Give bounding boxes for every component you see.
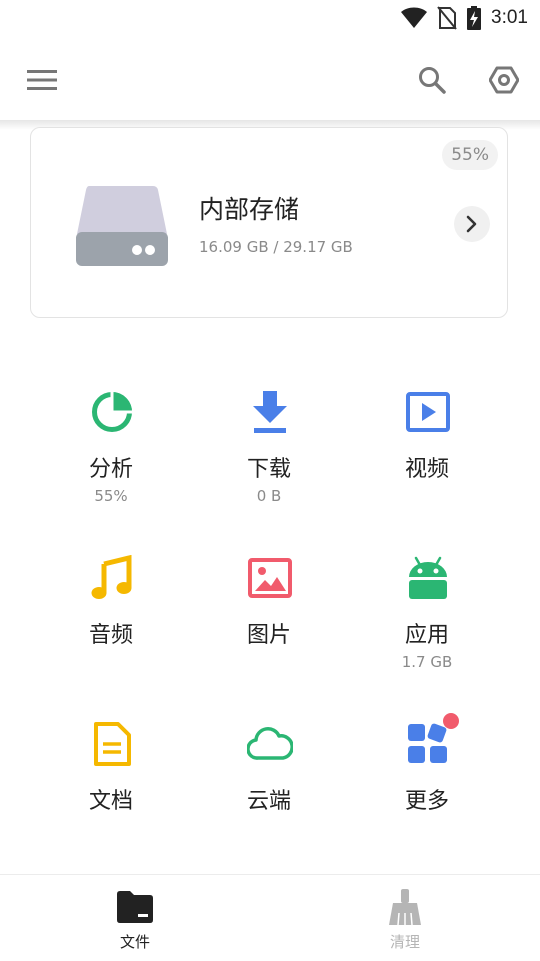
download-icon <box>253 391 287 433</box>
category-documents[interactable]: 文档 <box>31 721 191 861</box>
category-analysis[interactable]: 分析 55% <box>31 389 191 529</box>
hamburger-menu-icon <box>27 70 57 90</box>
category-label: 分析 <box>88 457 133 482</box>
chevron-right-icon <box>466 215 477 233</box>
image-icon <box>248 558 292 598</box>
storage-title: 内部存储 <box>199 195 300 224</box>
category-audio[interactable]: 音频 <box>31 555 191 695</box>
category-download[interactable]: 下载 0 B <box>189 389 349 529</box>
no-sim-icon <box>437 6 457 30</box>
cloud-icon <box>247 727 293 760</box>
pie-chart-icon <box>92 392 132 432</box>
internal-storage-card[interactable]: 55% 内部存储 16.09 GB / 29.17 GB <box>30 127 508 318</box>
category-images[interactable]: 图片 <box>189 555 349 695</box>
category-label: 更多 <box>404 789 449 814</box>
category-label: 图片 <box>246 623 291 648</box>
hard-drive-icon <box>76 186 168 266</box>
nav-clean-label: 清理 <box>389 933 420 951</box>
category-cloud[interactable]: 云端 <box>189 721 349 861</box>
settings-button[interactable] <box>484 60 524 100</box>
nav-clean[interactable]: 清理 <box>270 875 540 961</box>
status-bar: 3:01 <box>0 0 540 36</box>
settings-hexagon-icon <box>489 66 519 94</box>
category-label: 音频 <box>88 623 133 648</box>
category-label: 下载 <box>246 457 291 482</box>
nav-files[interactable]: 文件 <box>0 875 270 961</box>
nav-files-label: 文件 <box>119 933 150 951</box>
storage-percent-badge: 55% <box>442 140 498 170</box>
category-label: 云端 <box>246 789 291 814</box>
category-sub: 55% <box>94 487 128 505</box>
storage-usage: 16.09 GB / 29.17 GB <box>199 238 353 256</box>
battery-charging-icon <box>467 6 482 30</box>
category-apps[interactable]: 应用 1.7 GB <box>347 555 507 695</box>
storage-open-button[interactable] <box>454 206 490 242</box>
document-icon <box>94 722 131 766</box>
music-note-icon <box>91 555 132 599</box>
broom-icon <box>389 889 421 925</box>
category-label: 视频 <box>404 457 449 482</box>
apps-icon <box>408 723 447 763</box>
category-sub: 0 B <box>256 487 282 505</box>
notification-dot <box>443 713 459 729</box>
wifi-icon <box>401 7 428 28</box>
video-icon <box>406 392 450 432</box>
folder-icon <box>117 891 153 923</box>
android-icon <box>409 556 447 599</box>
menu-button[interactable] <box>22 60 62 100</box>
category-more[interactable]: 更多 <box>347 713 507 861</box>
bottom-navigation: 文件 清理 <box>0 874 540 961</box>
search-icon <box>419 67 446 94</box>
clock: 3:01 <box>491 7 528 28</box>
category-label: 文档 <box>88 789 133 814</box>
toolbar <box>0 36 540 120</box>
category-label: 应用 <box>404 623 449 648</box>
category-video[interactable]: 视频 <box>347 389 507 529</box>
category-sub: 1.7 GB <box>401 653 453 671</box>
search-button[interactable] <box>412 60 452 100</box>
